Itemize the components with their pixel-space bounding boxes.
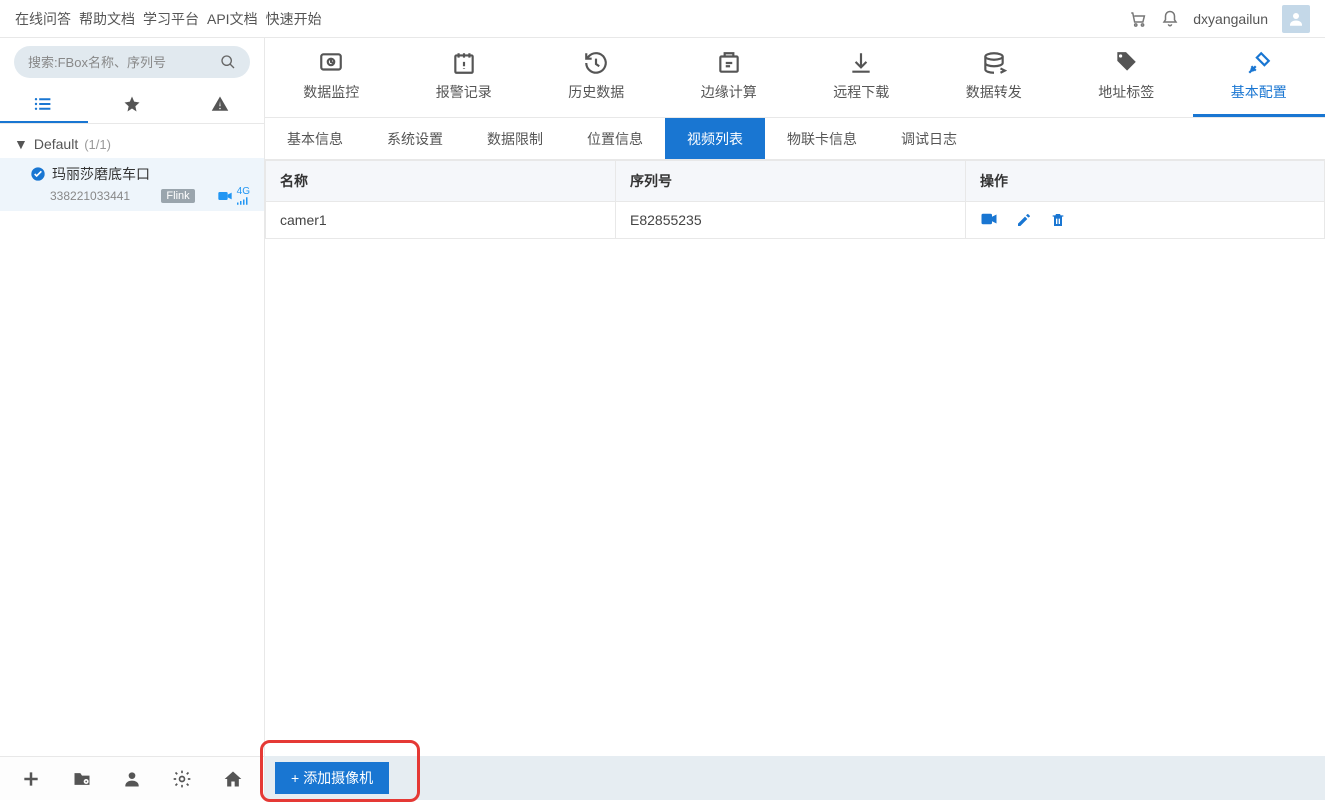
add-icon[interactable] bbox=[21, 769, 41, 789]
col-serial: 序列号 bbox=[616, 161, 966, 202]
device-name: 玛丽莎磨底车口 bbox=[52, 164, 150, 184]
tab-data-monitor[interactable]: 数据监控 bbox=[265, 38, 398, 117]
tab-label: 地址标签 bbox=[1098, 82, 1154, 102]
tab-label: 边缘计算 bbox=[701, 82, 757, 102]
sidebar-bottom-toolbar bbox=[0, 756, 264, 800]
bottom-action-bar: + 添加摄像机 bbox=[265, 756, 1325, 800]
tab-label: 数据监控 bbox=[303, 82, 359, 102]
list-icon bbox=[34, 96, 54, 112]
camera-icon bbox=[217, 190, 233, 202]
search-input[interactable] bbox=[28, 55, 220, 70]
top-nav: 在线问答 帮助文档 学习平台 API文档 快速开始 dxyangailun bbox=[0, 0, 1325, 38]
table-header-row: 名称 序列号 操作 bbox=[266, 161, 1325, 202]
view-tab-favorite[interactable] bbox=[88, 86, 176, 123]
avatar[interactable] bbox=[1282, 5, 1310, 33]
signal-icon: 4G bbox=[237, 187, 250, 205]
sidebar-view-tabs bbox=[0, 86, 264, 124]
cell-name: camer1 bbox=[266, 202, 616, 239]
tab-alarm-record[interactable]: 报警记录 bbox=[398, 38, 531, 117]
tab-label: 历史数据 bbox=[568, 82, 624, 102]
delete-icon[interactable] bbox=[1050, 212, 1066, 228]
search-box[interactable] bbox=[14, 46, 250, 78]
cell-actions bbox=[966, 202, 1325, 239]
tree-group-default[interactable]: ▼ Default (1/1) bbox=[0, 130, 264, 158]
col-name: 名称 bbox=[266, 161, 616, 202]
star-icon bbox=[123, 95, 141, 113]
table-row: camer1 E82855235 bbox=[266, 202, 1325, 239]
tab-label: 报警记录 bbox=[436, 82, 492, 102]
cell-serial: E82855235 bbox=[616, 202, 966, 239]
folder-settings-icon[interactable] bbox=[72, 769, 92, 789]
view-tab-alert[interactable] bbox=[176, 86, 264, 123]
subtab-video-list[interactable]: 视频列表 bbox=[665, 118, 765, 159]
tab-edge-compute[interactable]: 边缘计算 bbox=[663, 38, 796, 117]
subtab-data-limit[interactable]: 数据限制 bbox=[465, 118, 565, 159]
icon-tabs: 数据监控 报警记录 历史数据 边缘计算 远程下载 数据转发 bbox=[265, 38, 1325, 118]
flink-badge: Flink bbox=[161, 189, 194, 203]
nav-link-help[interactable]: 帮助文档 bbox=[79, 9, 135, 29]
bell-icon[interactable] bbox=[1161, 10, 1179, 28]
device-serial: 338221033441 bbox=[30, 189, 130, 203]
edit-icon[interactable] bbox=[1016, 212, 1032, 228]
top-nav-right: dxyangailun bbox=[1129, 5, 1310, 33]
group-count: (1/1) bbox=[84, 137, 111, 152]
warning-icon bbox=[211, 95, 229, 113]
sidebar: ▼ Default (1/1) 玛丽莎磨底车口 338221033441 Fli… bbox=[0, 38, 265, 800]
tab-address-tag[interactable]: 地址标签 bbox=[1060, 38, 1193, 117]
sub-tabs: 基本信息 系统设置 数据限制 位置信息 视频列表 物联卡信息 调试日志 bbox=[265, 118, 1325, 160]
group-name: Default bbox=[34, 136, 78, 152]
top-nav-links: 在线问答 帮助文档 学习平台 API文档 快速开始 bbox=[15, 9, 322, 29]
nav-link-quickstart[interactable]: 快速开始 bbox=[266, 9, 322, 29]
tab-label: 数据转发 bbox=[966, 82, 1022, 102]
subtab-system-settings[interactable]: 系统设置 bbox=[365, 118, 465, 159]
add-camera-label: 添加摄像机 bbox=[303, 768, 373, 788]
nav-link-qa[interactable]: 在线问答 bbox=[15, 9, 71, 29]
device-item[interactable]: 玛丽莎磨底车口 338221033441 Flink 4G bbox=[0, 158, 264, 211]
view-tab-list[interactable] bbox=[0, 86, 88, 123]
user-icon[interactable] bbox=[122, 769, 142, 789]
tab-label: 基本配置 bbox=[1231, 82, 1287, 102]
nav-link-learn[interactable]: 学习平台 bbox=[143, 9, 199, 29]
chevron-down-icon: ▼ bbox=[14, 136, 28, 152]
col-action: 操作 bbox=[966, 161, 1325, 202]
subtab-debug-log[interactable]: 调试日志 bbox=[879, 118, 979, 159]
content-area: 数据监控 报警记录 历史数据 边缘计算 远程下载 数据转发 bbox=[265, 38, 1325, 800]
device-tree: ▼ Default (1/1) 玛丽莎磨底车口 338221033441 Fli… bbox=[0, 124, 264, 756]
tab-label: 远程下载 bbox=[833, 82, 889, 102]
home-icon[interactable] bbox=[223, 769, 243, 789]
username-label[interactable]: dxyangailun bbox=[1193, 11, 1268, 27]
subtab-location-info[interactable]: 位置信息 bbox=[565, 118, 665, 159]
status-check-icon bbox=[30, 166, 46, 182]
plus-icon: + bbox=[291, 770, 299, 786]
tab-history-data[interactable]: 历史数据 bbox=[530, 38, 663, 117]
tab-remote-download[interactable]: 远程下载 bbox=[795, 38, 928, 117]
video-play-icon[interactable] bbox=[980, 212, 998, 228]
video-table: 名称 序列号 操作 camer1 E82855235 bbox=[265, 160, 1325, 756]
subtab-iot-card[interactable]: 物联卡信息 bbox=[765, 118, 879, 159]
tab-data-forward[interactable]: 数据转发 bbox=[928, 38, 1061, 117]
nav-link-api[interactable]: API文档 bbox=[207, 9, 258, 29]
subtab-basic-info[interactable]: 基本信息 bbox=[265, 118, 365, 159]
cart-icon[interactable] bbox=[1129, 10, 1147, 28]
tab-basic-config[interactable]: 基本配置 bbox=[1193, 38, 1325, 117]
add-camera-button[interactable]: + 添加摄像机 bbox=[275, 762, 389, 794]
search-icon[interactable] bbox=[220, 54, 236, 70]
gear-icon[interactable] bbox=[172, 769, 192, 789]
